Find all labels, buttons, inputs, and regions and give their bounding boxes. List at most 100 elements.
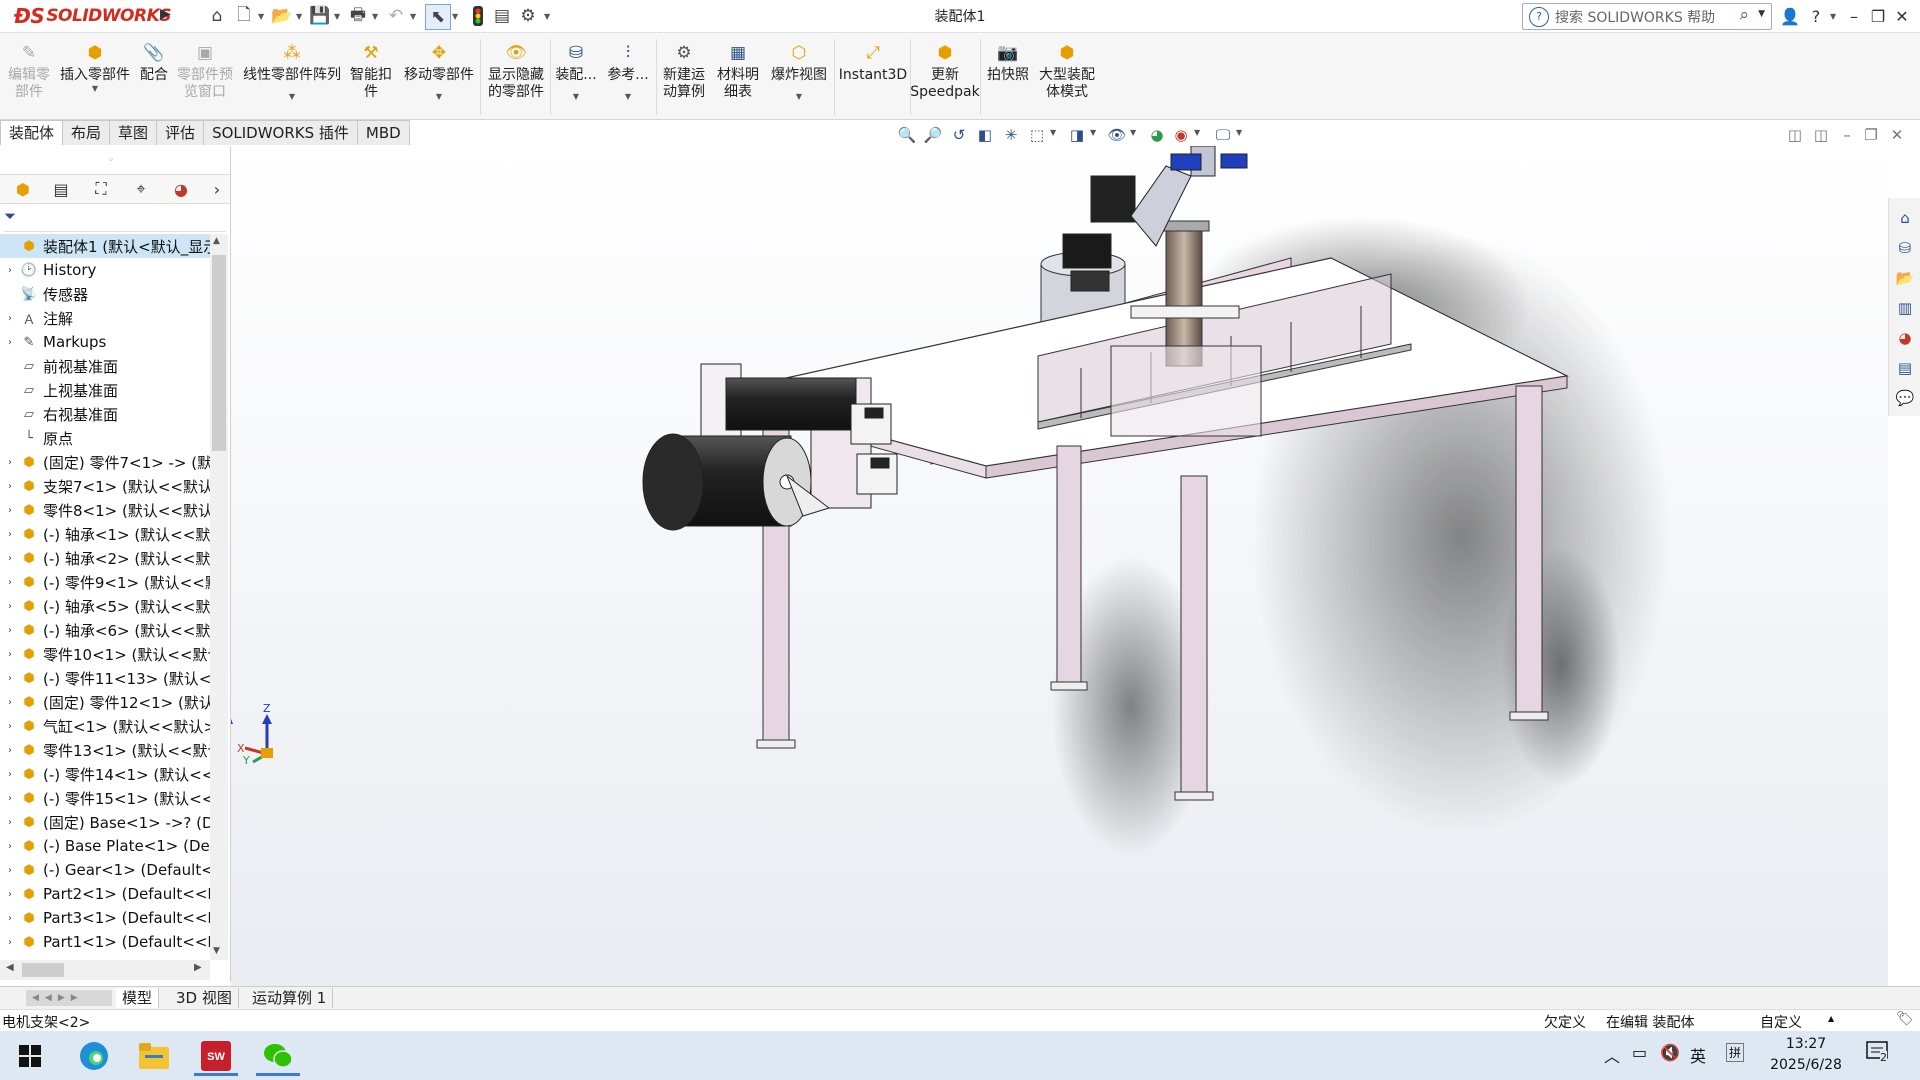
minimize-window-icon[interactable]: – bbox=[1842, 4, 1866, 28]
tree-expand-chevron-icon[interactable]: › bbox=[0, 481, 20, 492]
apply-scene-dropdown-icon[interactable]: ▼ bbox=[1194, 128, 1200, 137]
undo-icon[interactable]: ↶ bbox=[384, 4, 408, 28]
ime-mode[interactable]: 拼 bbox=[1726, 1043, 1745, 1062]
tree-item[interactable]: › ⬢ (-) 轴承<1> (默认<<默 bbox=[0, 522, 210, 546]
apply-scene-icon[interactable]: ◉ bbox=[1170, 124, 1192, 146]
print-dropdown-icon[interactable]: ▼ bbox=[372, 8, 380, 24]
tree-item[interactable]: › ⬢ (-) 零件9<1> (默认<<默 bbox=[0, 570, 210, 594]
tree-item[interactable]: › ⬢ (固定) Base<1> ->? (De bbox=[0, 810, 210, 834]
tab-evaluate[interactable]: 评估 bbox=[156, 120, 205, 145]
tree-expand-chevron-icon[interactable]: › bbox=[0, 673, 20, 684]
solidworks-taskbar-icon[interactable]: SW bbox=[190, 1035, 242, 1076]
solidworks-resources-home-icon[interactable]: ⌂ bbox=[1893, 206, 1917, 230]
tree-expand-chevron-icon[interactable]: › bbox=[0, 625, 20, 636]
show-hidden-components-button[interactable]: 👁 显示隐藏的零部件 bbox=[484, 35, 548, 117]
tree-expand-chevron-icon[interactable]: › bbox=[0, 937, 20, 948]
move-component-dropdown-icon[interactable]: ▼ bbox=[436, 92, 442, 102]
property-manager-icon[interactable]: ▤ bbox=[48, 177, 74, 201]
search-icon[interactable]: ⌕ bbox=[1739, 5, 1749, 25]
view-settings-dropdown-icon[interactable]: ▼ bbox=[1236, 128, 1242, 137]
tree-expand-chevron-icon[interactable]: › bbox=[0, 769, 20, 780]
filter-icon[interactable]: ⏷ bbox=[4, 207, 16, 225]
open-dropdown-icon[interactable]: ▼ bbox=[296, 8, 304, 24]
tree-item[interactable]: └ 原点 bbox=[0, 426, 210, 450]
tree-item[interactable]: › ⬢ 零件8<1> (默认<<默认 bbox=[0, 498, 210, 522]
exploded-view-button[interactable]: ⬡ 爆炸视图 ▼ bbox=[768, 35, 830, 117]
status-tag-icon[interactable]: 🏷 bbox=[1896, 1011, 1914, 1027]
move-component-button[interactable]: ✥ 移动零部件 ▼ bbox=[400, 35, 478, 117]
tree-item[interactable]: › ⬢ (-) 零件14<1> (默认<< bbox=[0, 762, 210, 786]
tree-expand-chevron-icon[interactable]: › bbox=[0, 265, 20, 276]
take-snapshot-button[interactable]: 📷 拍快照 bbox=[984, 35, 1032, 117]
windows-start-icon[interactable] bbox=[4, 1035, 56, 1076]
select-cursor-icon[interactable]: ⬉ bbox=[425, 4, 451, 30]
tree-item[interactable]: ▱ 前视基准面 bbox=[0, 354, 210, 378]
tab-navigation-arrows[interactable]: ◀◀▶▶ bbox=[26, 990, 112, 1006]
tree-expand-chevron-icon[interactable]: › bbox=[0, 649, 20, 660]
options-gear-icon[interactable]: ⚙ bbox=[516, 4, 540, 28]
display-style-icon[interactable]: ◨ bbox=[1066, 124, 1088, 146]
tree-item[interactable]: ▱ 右视基准面 bbox=[0, 402, 210, 426]
viewport-restore-icon[interactable]: ❐ bbox=[1860, 124, 1882, 146]
reference-geometry-dropdown-icon[interactable]: ▼ bbox=[625, 92, 631, 102]
display-manager-icon[interactable]: ◕ bbox=[168, 177, 194, 201]
tree-expand-chevron-icon[interactable]: › bbox=[0, 817, 20, 828]
instant3d-button[interactable]: ⤢ Instant3D bbox=[838, 35, 908, 117]
close-window-icon[interactable]: ✕ bbox=[1890, 4, 1914, 28]
new-motion-study-button[interactable]: ⚙ 新建运动算例 bbox=[660, 35, 708, 117]
tree-expand-chevron-icon[interactable]: › bbox=[0, 337, 20, 348]
file-properties-icon[interactable]: ▤ bbox=[490, 4, 514, 28]
wechat-taskbar-icon[interactable] bbox=[252, 1035, 304, 1076]
tree-expand-chevron-icon[interactable]: › bbox=[0, 913, 20, 924]
tree-horizontal-scroll-thumb[interactable] bbox=[22, 963, 64, 977]
more-tabs-chevron-icon[interactable]: › bbox=[204, 177, 230, 201]
tab-model[interactable]: 模型 bbox=[116, 988, 160, 1008]
tree-expand-chevron-icon[interactable]: › bbox=[0, 553, 20, 564]
battery-icon[interactable]: ▭ bbox=[1632, 1043, 1647, 1062]
tree-item[interactable]: › ⬢ (-) Gear<1> (Default< bbox=[0, 858, 210, 882]
tree-item[interactable]: › ⬢ (-) 轴承<5> (默认<<默 bbox=[0, 594, 210, 618]
scroll-up-arrow-icon[interactable]: ▲ bbox=[213, 236, 220, 246]
new-document-icon[interactable]: 🗋 bbox=[232, 4, 256, 28]
tree-item[interactable]: › ✎ Markups bbox=[0, 330, 210, 354]
smart-fasteners-button[interactable]: ⚒ 智能扣件 bbox=[348, 35, 394, 117]
linear-pattern-dropdown-icon[interactable]: ▼ bbox=[289, 92, 295, 102]
zoom-to-fit-icon[interactable]: 🔍 bbox=[896, 124, 918, 146]
status-units[interactable]: 自定义 bbox=[1760, 1012, 1802, 1032]
system-clock[interactable]: 13:27 2025/6/28 bbox=[1760, 1034, 1852, 1076]
help-search-box[interactable]: ? 搜索 SOLIDWORKS 帮助 ⌕ ▼ bbox=[1522, 3, 1772, 30]
custom-properties-icon[interactable]: ▤ bbox=[1893, 356, 1917, 380]
tree-item[interactable]: › ⬢ (固定) 零件7<1> -> (默 bbox=[0, 450, 210, 474]
tree-item[interactable]: › ⬢ (-) 轴承<2> (默认<<默 bbox=[0, 546, 210, 570]
tree-expand-chevron-icon[interactable]: › bbox=[0, 697, 20, 708]
tab-sketch[interactable]: 草图 bbox=[109, 120, 158, 145]
tree-item[interactable]: › ⬢ Part2<1> (Default<<D bbox=[0, 882, 210, 906]
edge-browser-icon[interactable] bbox=[68, 1035, 120, 1076]
dimxpert-manager-icon[interactable]: ⌖ bbox=[128, 177, 154, 201]
print-icon[interactable]: 🖶 bbox=[346, 4, 370, 28]
new-dropdown-icon[interactable]: ▼ bbox=[258, 8, 266, 24]
viewport-tile-left-icon[interactable]: ◫ bbox=[1784, 124, 1806, 146]
update-speedpak-button[interactable]: ⬢ 更新Speedpak bbox=[910, 35, 979, 117]
tree-item[interactable]: › 🕑 History bbox=[0, 258, 210, 282]
restore-window-icon[interactable]: ❐ bbox=[1866, 4, 1890, 28]
tree-item[interactable]: › ⬢ 支架7<1> (默认<<默认 bbox=[0, 474, 210, 498]
tree-expand-chevron-icon[interactable]: › bbox=[0, 721, 20, 732]
hide-show-items-icon[interactable]: 👁 bbox=[1106, 124, 1128, 146]
tab-motion-study-1[interactable]: 运动算例 1 bbox=[246, 988, 334, 1008]
solidworks-logo[interactable]: ƉS SOLIDWORKS bbox=[14, 4, 171, 28]
tree-item[interactable]: › ⬢ Part1<1> (Default<<D bbox=[0, 930, 210, 954]
tab-layout[interactable]: 布局 bbox=[62, 120, 111, 145]
appearances-scenes-icon[interactable]: ◕ bbox=[1893, 326, 1917, 350]
tree-item[interactable]: ▱ 上视基准面 bbox=[0, 378, 210, 402]
bill-of-materials-button[interactable]: ▦ 材料明细表 bbox=[714, 35, 762, 117]
tree-item[interactable]: › ⬢ (-) 零件15<1> (默认<< bbox=[0, 786, 210, 810]
view-orientation-dropdown-icon[interactable]: ▼ bbox=[1050, 128, 1056, 137]
insert-component-dropdown-icon[interactable]: ▼ bbox=[92, 84, 98, 94]
tab-addins[interactable]: SOLIDWORKS 插件 bbox=[203, 120, 358, 145]
forum-icon[interactable]: 💬 bbox=[1893, 386, 1917, 410]
scroll-down-arrow-icon[interactable]: ▼ bbox=[213, 946, 220, 956]
tab-3d-view[interactable]: 3D 视图 bbox=[170, 988, 239, 1008]
feature-manager-tree-icon[interactable]: ⬢ bbox=[10, 177, 36, 201]
user-account-icon[interactable]: 👤 bbox=[1778, 4, 1802, 28]
